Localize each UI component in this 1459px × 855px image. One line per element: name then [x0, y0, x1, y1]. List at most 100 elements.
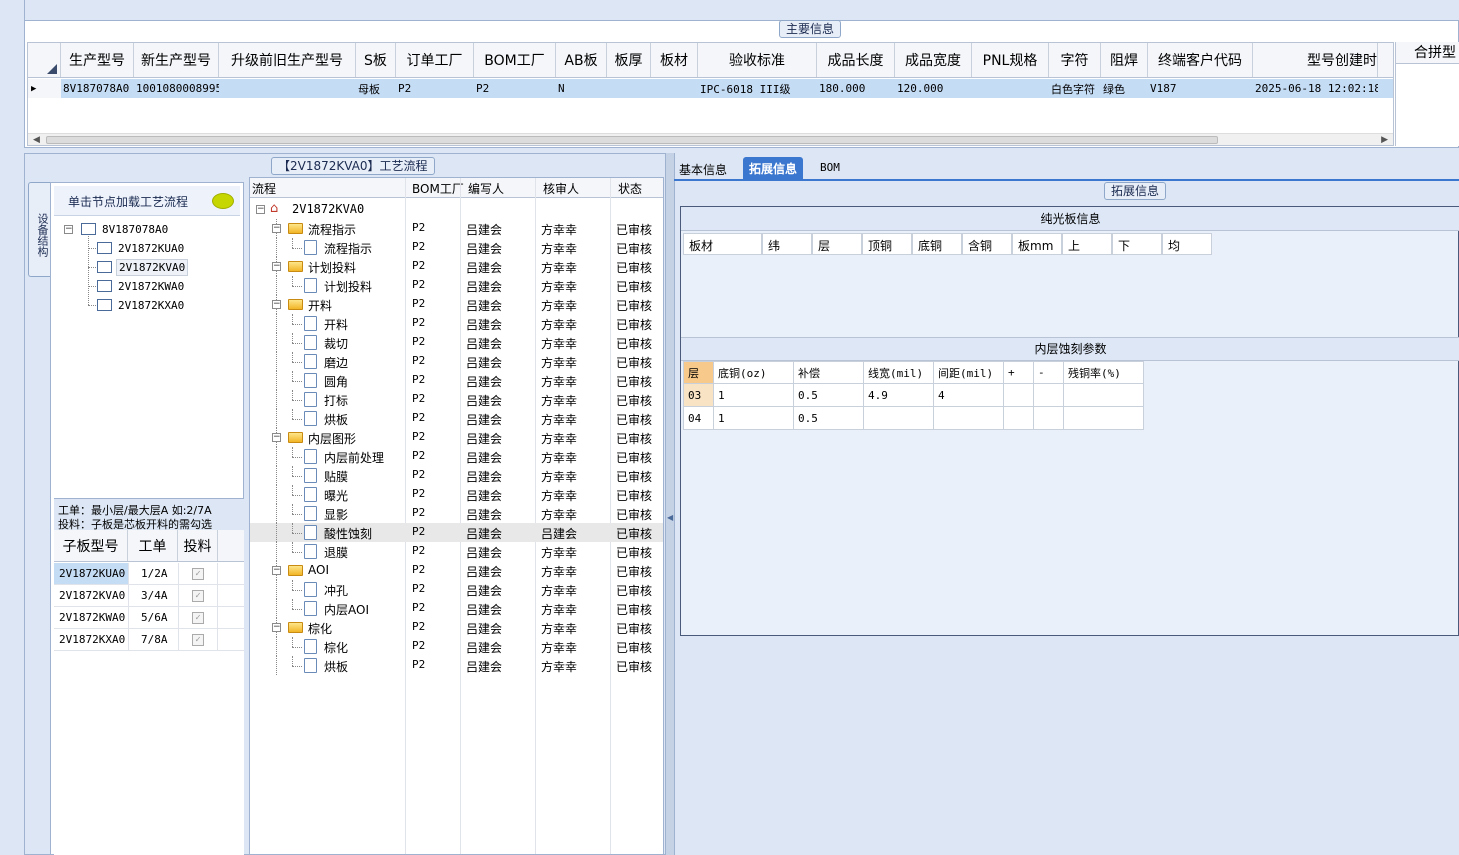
- col-header[interactable]: S板: [356, 43, 396, 77]
- col-header[interactable]: 子板型号: [54, 530, 128, 561]
- col-header[interactable]: 阻焊: [1101, 43, 1148, 77]
- checkbox-checked[interactable]: ✓: [192, 590, 204, 602]
- flow-row[interactable]: − AOI P2 吕建会 方幸幸 已审核: [250, 561, 663, 580]
- collapse-icon[interactable]: −: [272, 623, 281, 632]
- flow-row[interactable]: − 开料 P2 吕建会 方幸幸 已审核: [250, 295, 663, 314]
- cell[interactable]: [1063, 383, 1144, 407]
- col-header[interactable]: 线宽(mil): [863, 361, 934, 384]
- flow-row[interactable]: − 内层图形 P2 吕建会 方幸幸 已审核: [250, 428, 663, 447]
- flow-row[interactable]: 贴膜 P2 吕建会 方幸幸 已审核: [250, 466, 663, 485]
- col-header[interactable]: -: [1033, 361, 1064, 384]
- flow-row[interactable]: 退膜 P2 吕建会 方幸幸 已审核: [250, 542, 663, 561]
- col-header[interactable]: 升级前旧生产型号: [219, 43, 356, 77]
- col-header[interactable]: 投料: [178, 530, 218, 561]
- tree-node[interactable]: 2V1872KXA0: [118, 299, 184, 312]
- flow-row[interactable]: 酸性蚀刻 P2 吕建会 吕建会 已审核: [250, 523, 663, 542]
- flow-row[interactable]: 打标 P2 吕建会 方幸幸 已审核: [250, 390, 663, 409]
- col-header[interactable]: 残铜率(%): [1063, 361, 1144, 384]
- cell[interactable]: 0.5: [793, 383, 864, 407]
- col-header[interactable]: 字符: [1049, 43, 1101, 77]
- table-row[interactable]: ▶ 8V187078A0 10010800089952 母板 P2 P2 N I…: [28, 79, 1393, 98]
- collapse-icon[interactable]: −: [64, 225, 73, 234]
- cell[interactable]: [1003, 406, 1034, 430]
- cell[interactable]: 04: [683, 406, 714, 430]
- flow-row[interactable]: 烘板 P2 吕建会 方幸幸 已审核: [250, 409, 663, 428]
- col-header[interactable]: 订单工厂: [396, 43, 474, 77]
- col-header[interactable]: 含铜: [962, 233, 1012, 255]
- col-header[interactable]: 下: [1112, 233, 1162, 255]
- tree-node-selected[interactable]: 2V1872KVA0: [116, 259, 189, 276]
- flow-row[interactable]: 内层AOI P2 吕建会 方幸幸 已审核: [250, 599, 663, 618]
- collapse-icon[interactable]: −: [272, 224, 281, 233]
- col-header[interactable]: +: [1003, 361, 1034, 384]
- tab-basic-info[interactable]: 基本信息: [679, 161, 727, 178]
- collapse-icon[interactable]: −: [272, 566, 281, 575]
- flow-row[interactable]: 曝光 P2 吕建会 方幸幸 已审核: [250, 485, 663, 504]
- vertical-tab-structure[interactable]: 设备结构: [28, 182, 50, 277]
- cell[interactable]: [863, 406, 934, 430]
- table-row[interactable]: 03 1 0.5 4.9 4: [683, 383, 1144, 407]
- col-header[interactable]: 板材: [651, 43, 698, 77]
- splitter-arrow-icon[interactable]: ◀: [667, 513, 673, 522]
- checkbox-checked[interactable]: ✓: [192, 634, 204, 646]
- flow-row[interactable]: − 棕化 P2 吕建会 方幸幸 已审核: [250, 618, 663, 637]
- cell[interactable]: [933, 406, 1004, 430]
- table-row[interactable]: 2V1872KUA0 1/2A ✓: [54, 563, 244, 585]
- cell[interactable]: [1033, 406, 1064, 430]
- col-header[interactable]: 板mm: [1012, 233, 1062, 255]
- flow-row[interactable]: 内层前处理 P2 吕建会 方幸幸 已审核: [250, 447, 663, 466]
- table-row[interactable]: 04 1 0.5: [683, 406, 1144, 430]
- scroll-thumb[interactable]: [46, 136, 1218, 144]
- col-header[interactable]: 流程: [252, 180, 276, 197]
- cell[interactable]: 1: [713, 383, 794, 407]
- tree-node[interactable]: 2V1872KUA0: [118, 242, 184, 255]
- col-header[interactable]: BOM工厂: [474, 43, 556, 77]
- col-header[interactable]: AB板: [556, 43, 607, 77]
- col-header[interactable]: 纬: [762, 233, 812, 255]
- col-header[interactable]: BOM工厂: [412, 180, 464, 197]
- col-header[interactable]: 均: [1162, 233, 1212, 255]
- horizontal-scrollbar[interactable]: ◀ ▶: [28, 133, 1393, 145]
- scroll-right-icon[interactable]: ▶: [1381, 135, 1388, 145]
- flow-row[interactable]: 裁切 P2 吕建会 方幸幸 已审核: [250, 333, 663, 352]
- col-header[interactable]: 上: [1062, 233, 1112, 255]
- checkbox-checked[interactable]: ✓: [192, 612, 204, 624]
- collapse-icon[interactable]: −: [272, 262, 281, 271]
- cell[interactable]: 4: [933, 383, 1004, 407]
- tab-bom[interactable]: BOM: [820, 161, 840, 174]
- cell[interactable]: [1003, 383, 1034, 407]
- flow-row[interactable]: 流程指示 P2 吕建会 方幸幸 已审核: [250, 238, 663, 257]
- col-header[interactable]: 成品长度: [817, 43, 895, 77]
- cell[interactable]: 1: [713, 406, 794, 430]
- table-row[interactable]: 2V1872KXA0 7/8A ✓: [54, 629, 244, 651]
- col-header[interactable]: 补偿: [793, 361, 864, 384]
- col-header[interactable]: 成品宽度: [895, 43, 972, 77]
- col-header[interactable]: 顶铜: [862, 233, 912, 255]
- col-header[interactable]: 间距(mil): [933, 361, 1004, 384]
- tree-node[interactable]: 8V187078A0: [102, 223, 168, 236]
- col-header[interactable]: 板材: [683, 233, 762, 255]
- flow-row[interactable]: − ⌂ 2V1872KVA0: [250, 200, 663, 219]
- col-header[interactable]: 板厚: [607, 43, 651, 77]
- flow-row[interactable]: 显影 P2 吕建会 方幸幸 已审核: [250, 504, 663, 523]
- col-header[interactable]: 层: [683, 361, 714, 384]
- scroll-left-icon[interactable]: ◀: [33, 135, 40, 145]
- tree-node[interactable]: 2V1872KWA0: [118, 280, 184, 293]
- flow-row[interactable]: 圆角 P2 吕建会 方幸幸 已审核: [250, 371, 663, 390]
- cell[interactable]: 4.9: [863, 383, 934, 407]
- table-row[interactable]: 2V1872KVA0 3/4A ✓: [54, 585, 244, 607]
- cell[interactable]: [1063, 406, 1144, 430]
- collapse-icon[interactable]: −: [256, 205, 265, 214]
- table-row[interactable]: 2V1872KWA0 5/6A ✓: [54, 607, 244, 629]
- flow-row[interactable]: 冲孔 P2 吕建会 方幸幸 已审核: [250, 580, 663, 599]
- flow-row[interactable]: 棕化 P2 吕建会 方幸幸 已审核: [250, 637, 663, 656]
- col-header[interactable]: 层: [812, 233, 862, 255]
- flow-row[interactable]: 磨边 P2 吕建会 方幸幸 已审核: [250, 352, 663, 371]
- col-header[interactable]: 型号创建时: [1253, 43, 1378, 77]
- flow-row[interactable]: 计划投料 P2 吕建会 方幸幸 已审核: [250, 276, 663, 295]
- col-header[interactable]: 终端客户代码: [1148, 43, 1253, 77]
- col-header[interactable]: 工单: [128, 530, 178, 561]
- col-header[interactable]: 底铜: [912, 233, 962, 255]
- collapse-icon[interactable]: −: [272, 433, 281, 442]
- tab-extended-info[interactable]: 拓展信息: [743, 157, 804, 180]
